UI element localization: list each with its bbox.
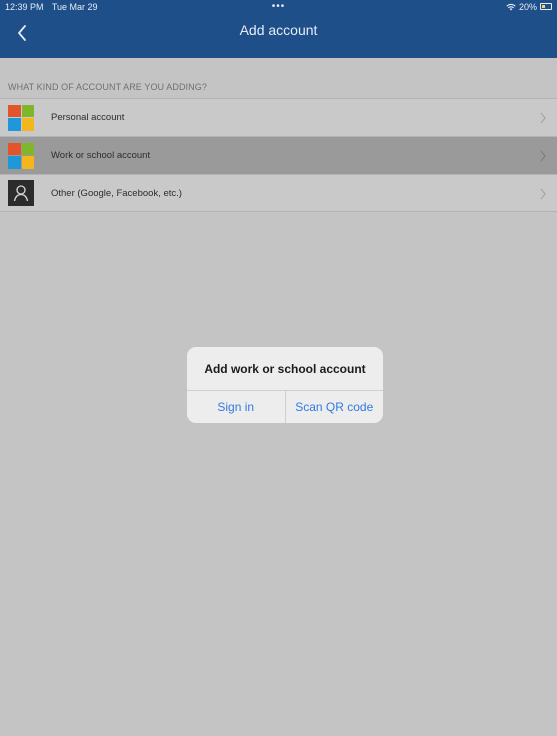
- microsoft-logo-icon: [8, 104, 34, 131]
- wifi-icon: [506, 3, 516, 10]
- back-button[interactable]: [10, 21, 34, 45]
- status-right: 20%: [506, 2, 552, 12]
- scan-qr-code-button[interactable]: Scan QR code: [284, 391, 384, 423]
- list-item-label: Personal account: [51, 112, 125, 123]
- status-bar: 12:39 PM Tue Mar 29 ••• 20%: [0, 0, 557, 13]
- chevron-right-icon: [540, 188, 546, 200]
- sign-in-button[interactable]: Sign in: [187, 391, 285, 423]
- multitasking-dots[interactable]: •••: [272, 0, 286, 13]
- list-item-label: Work or school account: [51, 150, 151, 161]
- account-type-list: Personal account Work or school account …: [0, 98, 557, 212]
- status-left: 12:39 PM Tue Mar 29: [5, 2, 104, 12]
- list-item-other-account[interactable]: Other (Google, Facebook, etc.): [0, 174, 557, 212]
- nav-bar: Add account: [0, 13, 557, 58]
- page-title: Add account: [239, 22, 318, 38]
- battery-icon: [540, 3, 552, 10]
- list-item-personal-account[interactable]: Personal account: [0, 98, 557, 136]
- person-icon: [8, 180, 34, 206]
- status-time: 12:39 PM: [5, 1, 44, 12]
- microsoft-logo-icon: [8, 142, 34, 169]
- dialog-actions: Sign in Scan QR code: [187, 390, 383, 423]
- chevron-right-icon: [540, 112, 546, 124]
- list-item-work-or-school-account[interactable]: Work or school account: [0, 136, 557, 174]
- chevron-left-icon: [18, 25, 26, 41]
- chevron-right-icon: [540, 150, 546, 162]
- status-date: Tue Mar 29: [51, 1, 98, 12]
- add-work-account-dialog: Add work or school account Sign in Scan …: [187, 347, 383, 423]
- dialog-title: Add work or school account: [204, 361, 366, 376]
- list-item-label: Other (Google, Facebook, etc.): [51, 187, 182, 199]
- battery-percent: 20%: [518, 1, 537, 12]
- screen: 12:39 PM Tue Mar 29 ••• 20% Add account …: [0, 0, 557, 736]
- section-header: WHAT KIND OF ACCOUNT ARE YOU ADDING?: [8, 82, 207, 92]
